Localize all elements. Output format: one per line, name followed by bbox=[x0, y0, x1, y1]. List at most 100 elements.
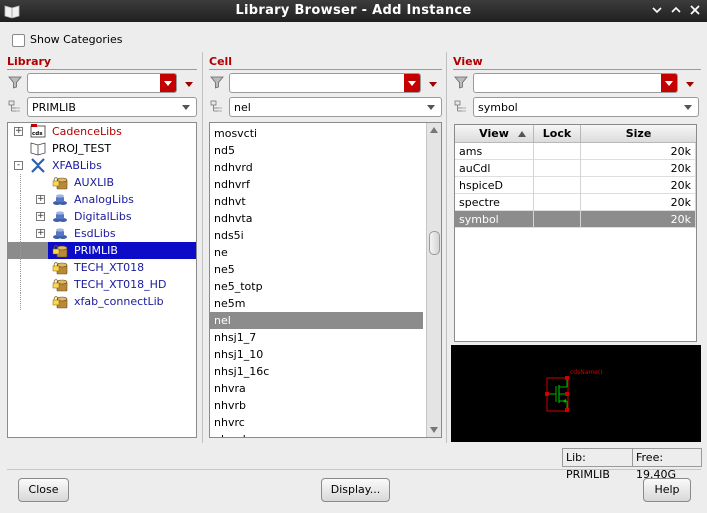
library-name-value: PRIMLIB bbox=[32, 101, 76, 114]
cell-list-item[interactable]: ne bbox=[210, 244, 423, 261]
cell-filter-menu-arrow-icon[interactable] bbox=[428, 79, 438, 89]
scroll-up-arrow-icon[interactable] bbox=[430, 127, 438, 133]
library-tree-item[interactable]: + DigitalLibs bbox=[8, 208, 196, 225]
expand-icon[interactable]: + bbox=[14, 127, 23, 136]
cell-list-item[interactable]: nhvrc bbox=[210, 414, 423, 431]
filter-funnel-icon bbox=[454, 76, 468, 89]
expand-icon[interactable]: + bbox=[36, 229, 45, 238]
view-table-row[interactable]: ams 20k bbox=[455, 143, 696, 160]
chevron-down-icon[interactable] bbox=[427, 105, 435, 110]
library-tree-item-label: CadenceLibs bbox=[52, 125, 122, 138]
display-button[interactable]: Display... bbox=[321, 478, 390, 502]
library-section-title: Library bbox=[7, 55, 52, 68]
library-tree-item[interactable]: PRIMLIB bbox=[8, 242, 196, 259]
library-group-icon bbox=[52, 191, 68, 208]
chevron-down-icon[interactable] bbox=[684, 105, 692, 110]
cell-list-item[interactable]: ndhvrd bbox=[210, 159, 423, 176]
chevron-down-icon[interactable] bbox=[404, 74, 420, 92]
tree-guide-line bbox=[20, 293, 21, 310]
scrollbar-thumb[interactable] bbox=[429, 231, 440, 255]
column-header-view[interactable]: View bbox=[455, 125, 534, 143]
view-filter-menu-arrow-icon[interactable] bbox=[685, 79, 695, 89]
help-button[interactable]: Help bbox=[643, 478, 691, 502]
library-tree-item[interactable]: AUXLIB bbox=[8, 174, 196, 191]
tree-row-selection bbox=[48, 242, 196, 259]
pane-splitter[interactable] bbox=[446, 52, 447, 443]
show-categories-checkbox[interactable] bbox=[12, 34, 25, 47]
library-tree-item-label: AUXLIB bbox=[74, 176, 115, 189]
free-space-status: Free: 19.40G bbox=[632, 448, 702, 481]
pane-splitter[interactable] bbox=[202, 52, 203, 443]
library-tree-item[interactable]: + cds CadenceLibs bbox=[8, 123, 196, 140]
library-filter-combo[interactable] bbox=[27, 73, 177, 93]
cell-list-item[interactable]: nhsj1_7 bbox=[210, 329, 423, 346]
tree-guide-line bbox=[20, 191, 21, 208]
svg-text:cds: cds bbox=[32, 131, 43, 137]
cell-list-item[interactable]: nd5 bbox=[210, 142, 423, 159]
sort-ascending-icon bbox=[518, 131, 526, 137]
cell-name-field[interactable]: nel bbox=[229, 97, 442, 117]
cell-list-item[interactable]: nhvrd bbox=[210, 431, 423, 437]
maximize-icon[interactable] bbox=[669, 3, 683, 17]
cell-list-item[interactable]: ndhvta bbox=[210, 210, 423, 227]
filter-funnel-icon bbox=[210, 76, 224, 89]
cell-list-item[interactable]: nhvra bbox=[210, 380, 423, 397]
column-header-lock[interactable]: Lock bbox=[534, 125, 581, 143]
view-table-row[interactable]: auCdl 20k bbox=[455, 160, 696, 177]
library-tree[interactable]: + cds CadenceLibs PROJ_TEST - XFABLibs AUXLIB +… bbox=[7, 122, 197, 438]
cell-list-scrollbar[interactable] bbox=[426, 123, 441, 437]
collapse-icon[interactable]: - bbox=[14, 161, 23, 170]
view-cell: spectre bbox=[455, 194, 534, 211]
library-tree-item[interactable]: - XFABLibs bbox=[8, 157, 196, 174]
expand-icon[interactable]: + bbox=[36, 195, 45, 204]
view-filter-combo[interactable] bbox=[473, 73, 678, 93]
library-tree-item-label: AnalogLibs bbox=[74, 193, 134, 206]
dialog-body: Show Categories Library Cell View PRIMLI… bbox=[0, 22, 707, 513]
chevron-down-icon[interactable] bbox=[661, 74, 677, 92]
cell-list-item[interactable]: ne5_totp bbox=[210, 278, 423, 295]
cell-list-item[interactable]: nhsj1_16c bbox=[210, 363, 423, 380]
view-name-field[interactable]: symbol bbox=[473, 97, 699, 117]
cell-list-item[interactable]: nhsj1_10 bbox=[210, 346, 423, 363]
close-icon[interactable] bbox=[688, 3, 702, 17]
view-table-row[interactable]: spectre 20k bbox=[455, 194, 696, 211]
library-tree-item[interactable]: + EsdLibs bbox=[8, 225, 196, 242]
filter-funnel-icon bbox=[8, 76, 22, 89]
cell-section-title: Cell bbox=[209, 55, 233, 68]
cell-list-item[interactable]: ndhvt bbox=[210, 193, 423, 210]
scroll-down-arrow-icon[interactable] bbox=[430, 427, 438, 433]
column-header-size[interactable]: Size bbox=[581, 125, 696, 143]
library-tree-item[interactable]: PROJ_TEST bbox=[8, 140, 196, 157]
cell-name-label: cdsName() bbox=[570, 369, 603, 376]
size-cell: 20k bbox=[581, 194, 696, 211]
library-tree-item[interactable]: TECH_XT018_HD bbox=[8, 276, 196, 293]
cell-list-item[interactable]: nhvrb bbox=[210, 397, 423, 414]
cell-list-item[interactable]: ne5 bbox=[210, 261, 423, 278]
chevron-down-icon[interactable] bbox=[182, 105, 190, 110]
library-name-field[interactable]: PRIMLIB bbox=[27, 97, 197, 117]
cell-list-item[interactable]: nds5i bbox=[210, 227, 423, 244]
view-table-row[interactable]: hspiceD 20k bbox=[455, 177, 696, 194]
chevron-down-icon[interactable] bbox=[160, 74, 176, 92]
view-table-row[interactable]: symbol 20k bbox=[455, 211, 696, 228]
tree-guide-line bbox=[20, 259, 21, 276]
cell-list[interactable]: mosvcti nd5 ndhvrd ndhvrf ndhvt ndhvta nds5i ne… bbox=[209, 122, 442, 438]
size-cell: 20k bbox=[581, 177, 696, 194]
close-button[interactable]: Close bbox=[18, 478, 69, 502]
library-tree-item-label: TECH_XT018 bbox=[74, 261, 145, 274]
cell-list-item[interactable]: ne5m bbox=[210, 295, 423, 312]
tree-guide-line bbox=[20, 225, 21, 242]
cell-list-item[interactable]: ndhvrf bbox=[210, 176, 423, 193]
library-tree-item[interactable]: + AnalogLibs bbox=[8, 191, 196, 208]
cell-list-item[interactable]: nel bbox=[210, 312, 423, 329]
library-filter-menu-arrow-icon[interactable] bbox=[184, 79, 194, 89]
library-tree-item[interactable]: xfab_connectLib bbox=[8, 293, 196, 310]
view-title-divider bbox=[453, 69, 701, 70]
expand-icon[interactable]: + bbox=[36, 212, 45, 221]
library-tree-item[interactable]: TECH_XT018 bbox=[8, 259, 196, 276]
minimize-icon[interactable] bbox=[650, 3, 664, 17]
view-table[interactable]: View Lock Size ams 20k auCdl 20k hspiceD 20k s… bbox=[454, 124, 697, 342]
cell-filter-combo[interactable] bbox=[229, 73, 421, 93]
browse-tree-icon bbox=[8, 100, 20, 112]
cell-list-item[interactable]: mosvcti bbox=[210, 125, 423, 142]
